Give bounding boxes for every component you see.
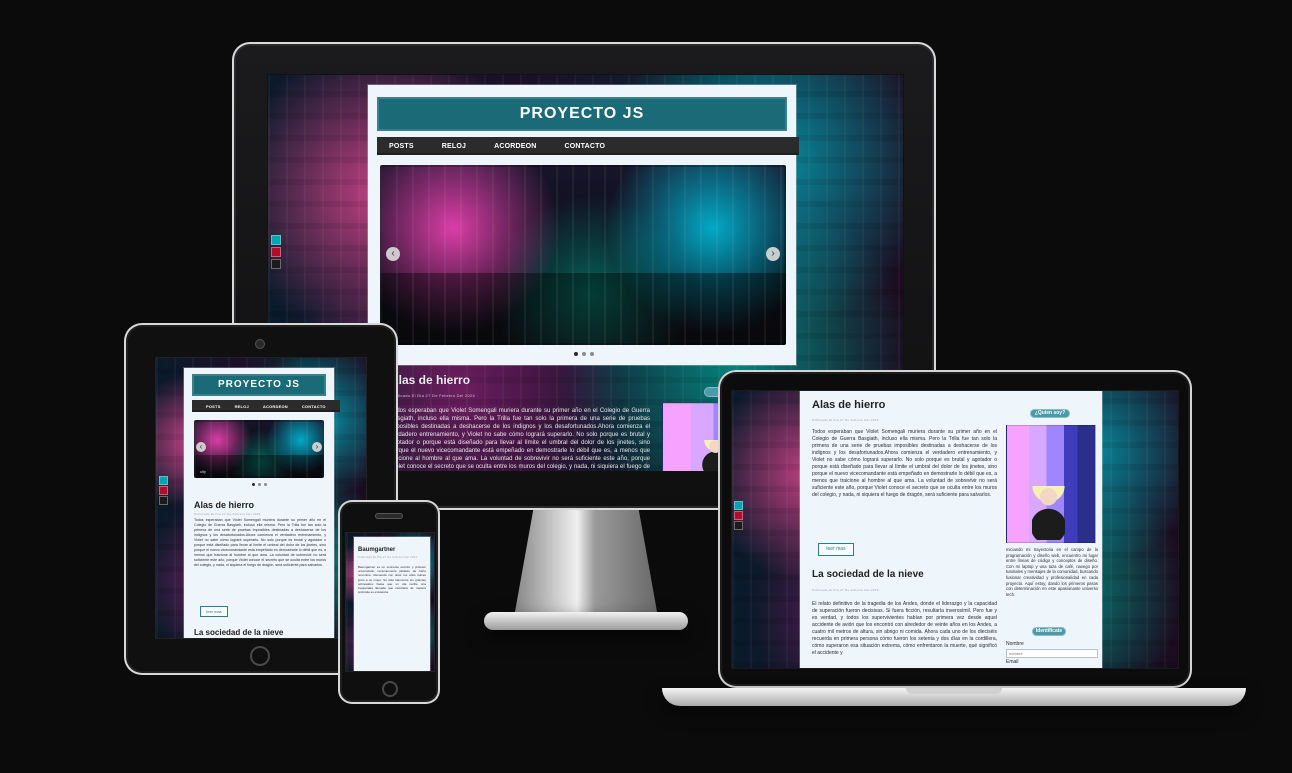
slider-prev-button[interactable]: ‹ (386, 247, 400, 261)
menu-item-contacto[interactable]: CONTACTO (565, 143, 606, 150)
laptop-login-pill: Identificate (1032, 627, 1066, 636)
laptop-post2-meta: Publicado El Dia 27 De Febrero Del 2024 (812, 588, 879, 592)
tablet-slider-dots (252, 483, 267, 486)
laptop-name-label: Nombre (1006, 641, 1024, 647)
tablet-swatch-red[interactable] (159, 486, 168, 495)
monitor-post1-body: Todos esperaban que Violet Somengali mur… (390, 408, 650, 470)
monitor-stand-neck (512, 510, 660, 628)
laptop-post1-meta: Publicado El Dia 27 De Febrero Del 2024 (812, 418, 879, 422)
laptop-swatch-teal[interactable] (734, 501, 743, 510)
phone-post-meta: Publicado El Dia 27 De Febrero Del 2024 (358, 556, 418, 559)
laptop-about-pill: ¿Quien soy? (1030, 409, 1070, 418)
tablet-site-title: PROYECTO JS (218, 379, 300, 390)
slider-dot-3[interactable] (590, 352, 594, 356)
tablet-menu-posts[interactable]: POSTS (206, 404, 221, 409)
monitor-post1-meta: Publicado El Dia 27 De Febrero Del 2024 (390, 393, 476, 398)
tablet-swatch-teal[interactable] (159, 476, 168, 485)
tablet-slider-next[interactable]: › (312, 442, 322, 452)
tablet-post2-title: La sociedad de la nieve (194, 628, 284, 637)
laptop-read-more-button[interactable]: leer mas (818, 543, 854, 556)
tablet-post1-meta: Publicado El Dia 27 De Febrero Del 2024 (194, 512, 261, 516)
tablet-post1-title: Alas de hierro (194, 500, 255, 510)
phone-home-button[interactable] (382, 681, 398, 697)
tablet-dot-1[interactable] (252, 483, 255, 486)
phone-post-title: Baumgartner (358, 547, 396, 553)
tablet-screen: PROYECTO JS POSTS RELOJ ACORDEON CONTACT… (155, 357, 367, 639)
laptop-email-label: Email (1006, 659, 1019, 665)
menu-item-acordeon[interactable]: ACORDEON (494, 143, 536, 150)
laptop-about-text: Iniciando mi trayectoria en el campo de … (1006, 547, 1098, 597)
laptop-post2-body: El relato definitivo de la tragedia de l… (812, 601, 997, 656)
laptop-about-image (1006, 425, 1096, 543)
tablet-slider: ‹ › city (194, 420, 324, 478)
tablet-header: PROYECTO JS (192, 374, 326, 396)
menu-item-reloj[interactable]: RELOJ (442, 143, 466, 150)
slider-dot-2[interactable] (582, 352, 586, 356)
menu-item-posts[interactable]: POSTS (389, 143, 414, 150)
laptop-post1-body: Todos esperaban que Violet Somengali mur… (812, 429, 997, 498)
tablet-menu-acordeon[interactable]: ACORDEON (263, 404, 288, 409)
theme-swatch-dark[interactable] (271, 259, 281, 269)
tablet-camera (256, 340, 264, 348)
monitor-post1-title: Alas de hierro (390, 373, 471, 387)
phone-post-body: Baumgartner es un eminente escritor y pr… (358, 565, 426, 595)
tablet-menu: POSTS RELOJ ACORDEON CONTACTO (192, 400, 340, 412)
tablet-post1-body: Todos esperaban que Violet Somengali mur… (194, 518, 326, 567)
laptop-name-input[interactable]: nombre (1006, 649, 1098, 658)
slider-dots (574, 352, 594, 356)
image-slider: ‹ › city (380, 165, 786, 345)
tablet-home-button[interactable] (250, 646, 270, 666)
slider-dot-1[interactable] (574, 352, 578, 356)
tablet-dot-2[interactable] (258, 483, 261, 486)
laptop-notch (906, 688, 1002, 694)
monitor-stand-base (484, 612, 688, 630)
slider-next-button[interactable]: › (766, 247, 780, 261)
tablet-slider-caption: city (200, 469, 206, 474)
laptop-swatch-red[interactable] (734, 511, 743, 520)
tablet-slider-prev[interactable]: ‹ (196, 442, 206, 452)
theme-swatch-red[interactable] (271, 247, 281, 257)
laptop-swatch-dark[interactable] (734, 521, 743, 530)
tablet-dot-3[interactable] (264, 483, 267, 486)
theme-swatch-teal[interactable] (271, 235, 281, 245)
laptop-screen: Alas de hierro Publicado El Dia 27 De Fe… (731, 390, 1179, 669)
site-title: PROYECTO JS (519, 105, 645, 122)
site-header: PROYECTO JS (377, 97, 787, 131)
tablet-menu-reloj[interactable]: RELOJ (235, 404, 249, 409)
phone-speaker (376, 514, 402, 518)
laptop-post2-title: La sociedad de la nieve (812, 569, 924, 580)
tablet-read-more-button[interactable]: leer mas (200, 606, 228, 617)
phone-screen: Baumgartner Publicado El Dia 27 De Febre… (345, 532, 435, 672)
tablet-menu-contacto[interactable]: CONTACTO (302, 404, 326, 409)
tablet-swatch-dark[interactable] (159, 496, 168, 505)
laptop-post1-title: Alas de hierro (812, 399, 886, 411)
main-menu: POSTS RELOJ ACORDEON CONTACTO (377, 137, 799, 155)
